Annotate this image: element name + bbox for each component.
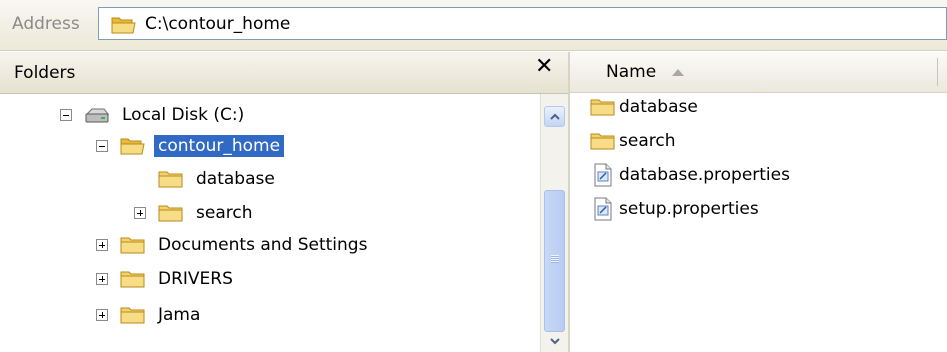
folder-icon: [158, 203, 184, 223]
tree-item-label: Jama: [158, 305, 201, 325]
list-item-search[interactable]: search: [590, 126, 675, 156]
address-bar: Address C:\contour_home: [0, 0, 947, 51]
list-item-database[interactable]: database: [590, 92, 698, 122]
tree-item-local-disk[interactable]: Local Disk (C:): [60, 100, 248, 130]
file-name: database: [619, 97, 698, 117]
address-label: Address: [12, 14, 80, 34]
close-icon[interactable]: ✕: [535, 54, 553, 79]
tree-item-label: database: [196, 169, 275, 189]
address-path[interactable]: C:\contour_home: [145, 14, 290, 34]
file-name: database.properties: [619, 165, 790, 185]
tree-item-label: Local Disk (C:): [122, 105, 245, 125]
expand-icon[interactable]: [96, 273, 108, 285]
list-item-setup-properties[interactable]: setup.properties: [590, 194, 759, 224]
folders-pane-header: Folders ✕: [0, 52, 568, 94]
chevron-down-icon: [549, 337, 560, 344]
tree-item-label: search: [196, 203, 253, 223]
properties-file-icon: [590, 196, 616, 222]
scroll-up-button[interactable]: [544, 106, 565, 127]
file-name: setup.properties: [619, 199, 759, 219]
folder-icon: [590, 131, 616, 151]
chevron-up-icon: [549, 113, 560, 120]
expand-icon[interactable]: [96, 239, 108, 251]
tree-item-jama[interactable]: Jama: [96, 300, 204, 330]
folders-scrollbar[interactable]: [540, 94, 568, 352]
properties-file-icon: [590, 162, 616, 188]
folder-tree: Local Disk (C:) contour_home database se…: [0, 94, 540, 352]
address-field[interactable]: C:\contour_home: [98, 7, 947, 40]
tree-item-contour-home[interactable]: contour_home: [96, 131, 285, 161]
folder-icon: [120, 269, 146, 289]
file-name: search: [619, 131, 676, 151]
folder-open-icon: [111, 15, 137, 34]
column-header-name[interactable]: Name: [606, 62, 656, 82]
scroll-thumb[interactable]: [544, 190, 565, 332]
tree-item-documents-and-settings[interactable]: Documents and Settings: [96, 230, 371, 260]
pane-splitter[interactable]: [568, 52, 570, 352]
drive-icon: [84, 105, 110, 125]
tree-item-label: contour_home: [154, 135, 285, 157]
scroll-down-button[interactable]: [544, 331, 565, 351]
collapse-icon[interactable]: [96, 140, 108, 152]
tree-item-search[interactable]: search: [134, 198, 256, 228]
expand-icon[interactable]: [96, 309, 108, 321]
expand-icon[interactable]: [134, 207, 146, 219]
tree-item-label: DRIVERS: [158, 269, 233, 289]
column-divider[interactable]: [937, 58, 938, 86]
sort-ascending-icon: [672, 69, 684, 76]
folder-icon: [590, 97, 616, 117]
list-item-database-properties[interactable]: database.properties: [590, 160, 790, 190]
folders-title: Folders: [14, 63, 76, 83]
folder-icon: [158, 169, 184, 189]
file-list-header: Name: [570, 52, 947, 93]
tree-item-drivers[interactable]: DRIVERS: [96, 264, 237, 294]
folder-icon: [120, 305, 146, 325]
grip-icon: [551, 255, 559, 263]
folder-open-icon: [120, 136, 146, 156]
tree-item-label: Documents and Settings: [158, 235, 368, 255]
collapse-icon[interactable]: [60, 109, 72, 121]
folder-icon: [120, 235, 146, 255]
tree-item-database[interactable]: database: [158, 164, 279, 194]
